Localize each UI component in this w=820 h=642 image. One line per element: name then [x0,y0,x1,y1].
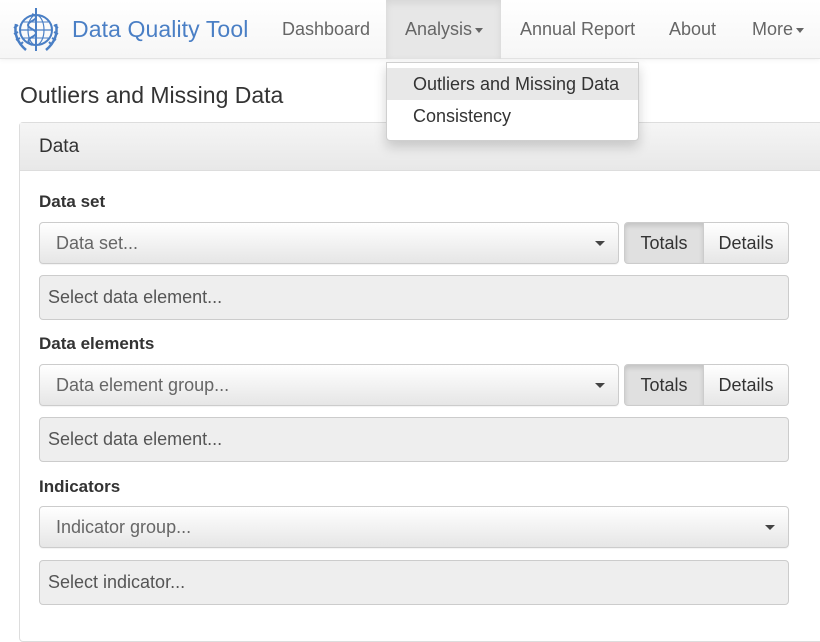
data-set-details-button[interactable]: Details [704,222,789,264]
nav-dashboard[interactable]: Dashboard [282,0,370,59]
nav-more[interactable]: More [752,0,805,59]
nav-about-label: About [669,19,717,39]
data-element-group-select-text: Data element group... [56,375,230,395]
page-title: Outliers and Missing Data [20,82,284,108]
brand-title: Data Quality Tool [72,15,249,42]
caret-down-icon [796,27,805,33]
indicator-group-select[interactable]: Indicator group... [39,506,789,548]
data-elements-totals-button[interactable]: Totals [624,364,704,406]
data-elements-details-button[interactable]: Details [704,364,789,406]
brand[interactable]: Data Quality Tool [10,4,248,54]
caret-down-icon [595,241,605,246]
indicator-input[interactable]: Select indicator... [39,560,789,605]
data-elements-label: Data elements [39,334,155,353]
data-set-totals-button[interactable]: Totals [624,222,704,264]
data-set-select-text: Data set... [56,233,139,253]
nav-more-label: More [752,19,794,39]
nav-analysis-label: Analysis [405,19,473,39]
nav-dashboard-label: Dashboard [282,19,371,39]
nav-about[interactable]: About [669,0,716,59]
caret-down-icon [595,383,605,388]
data-set-select[interactable]: Data set... [39,222,619,264]
caret-down-icon [765,525,775,530]
data-element-placeholder: Select data element... [48,429,223,449]
data-set-element-placeholder: Select data element... [48,287,223,307]
menu-item-outliers-missing[interactable]: Outliers and Missing Data [387,68,638,100]
menu-item-consistency[interactable]: Consistency [387,100,638,132]
nav-analysis[interactable]: Analysis [386,0,501,59]
data-element-group-select[interactable]: Data element group... [39,364,619,406]
data-set-toggle: Totals Details [624,222,789,264]
nav-annual-report[interactable]: Annual Report [520,0,635,59]
who-emblem-icon [13,8,59,51]
top-navbar: Data Quality Tool Dashboard Analysis Ann… [0,0,820,59]
data-set-element-input[interactable]: Select data element... [39,275,789,320]
data-element-input[interactable]: Select data element... [39,417,789,462]
data-set-label: Data set [39,192,106,211]
data-elements-toggle: Totals Details [624,364,789,406]
indicators-label: Indicators [39,477,121,496]
indicator-group-select-text: Indicator group... [56,517,192,537]
indicator-placeholder: Select indicator... [48,572,186,592]
analysis-dropdown-menu: Outliers and Missing Data Consistency [386,62,639,141]
caret-down-icon [475,27,484,33]
nav-annual-report-label: Annual Report [520,19,636,39]
